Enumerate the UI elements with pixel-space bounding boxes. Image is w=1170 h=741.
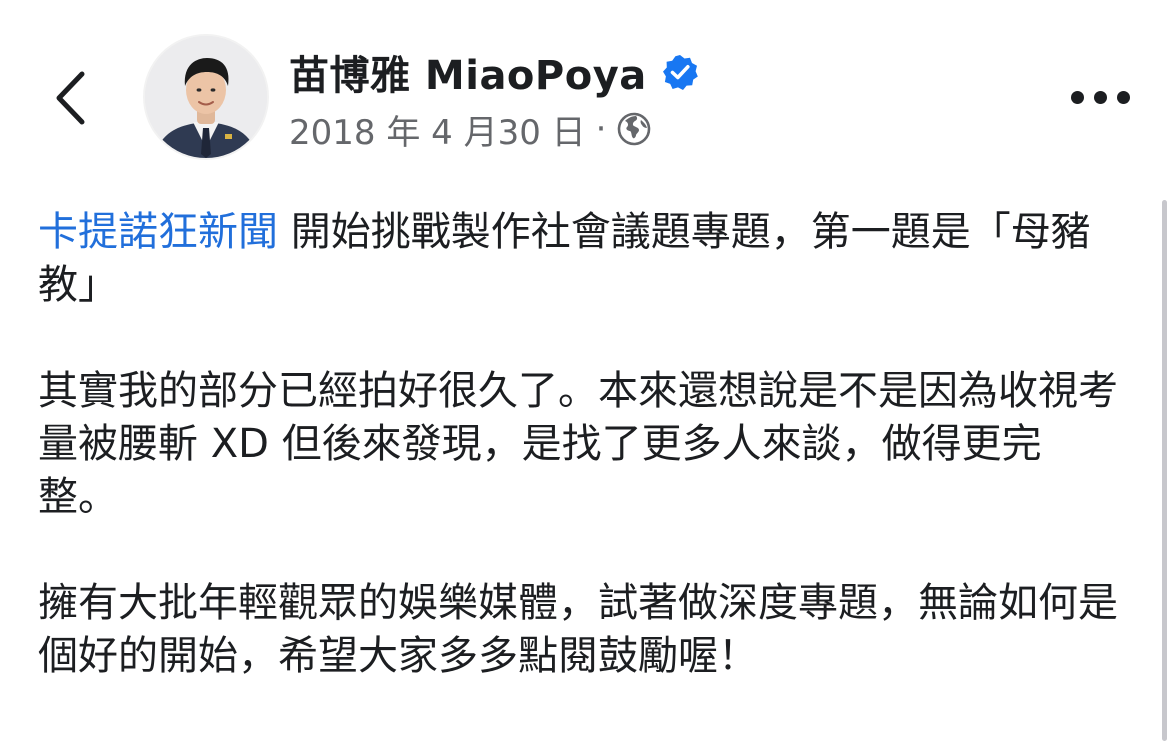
- post-header: 苗博雅 MiaoPoya 2018 年 4 月30 日 ·: [289, 42, 699, 158]
- more-options-dot: [1093, 90, 1107, 104]
- scrollbar[interactable]: [1162, 200, 1167, 741]
- more-options-icon: [1070, 90, 1084, 104]
- post-paragraph-1: 卡提諾狂新聞 開始挑戰製作社會議題專題，第一題是「母豬教」: [38, 206, 1118, 312]
- page-mention-link[interactable]: 卡提諾狂新聞: [38, 209, 278, 255]
- post-paragraph-2: 其實我的部分已經拍好很久了。本來還想說是不是因為收視考量被腰斬 XD 但後來發現…: [38, 368, 1118, 520]
- author-name[interactable]: 苗博雅 MiaoPoya: [289, 43, 647, 101]
- post-date[interactable]: 2018 年 4 月30 日: [289, 105, 586, 154]
- more-options-button[interactable]: [1060, 72, 1140, 122]
- more-options-dot: [1116, 90, 1130, 104]
- avatar[interactable]: [145, 36, 267, 158]
- meta-separator: ·: [595, 109, 607, 149]
- back-button[interactable]: [40, 58, 100, 138]
- globe-icon[interactable]: [616, 111, 652, 147]
- post-text: 卡提諾狂新聞 開始挑戰製作社會議題專題，第一題是「母豬教」 其實我的部分已經拍好…: [38, 206, 1118, 736]
- post-screen: 苗博雅 MiaoPoya 2018 年 4 月30 日 · 卡提諾狂新聞 開始挑…: [0, 0, 1170, 741]
- verified-badge-icon: [661, 53, 699, 91]
- avatar-photo: [145, 36, 267, 158]
- post-paragraph-3: 擁有大批年輕觀眾的娛樂媒體，試著做深度專題，無論如何是個好的開始，希望大家多多點…: [38, 580, 1118, 679]
- chevron-left-icon: [53, 70, 87, 126]
